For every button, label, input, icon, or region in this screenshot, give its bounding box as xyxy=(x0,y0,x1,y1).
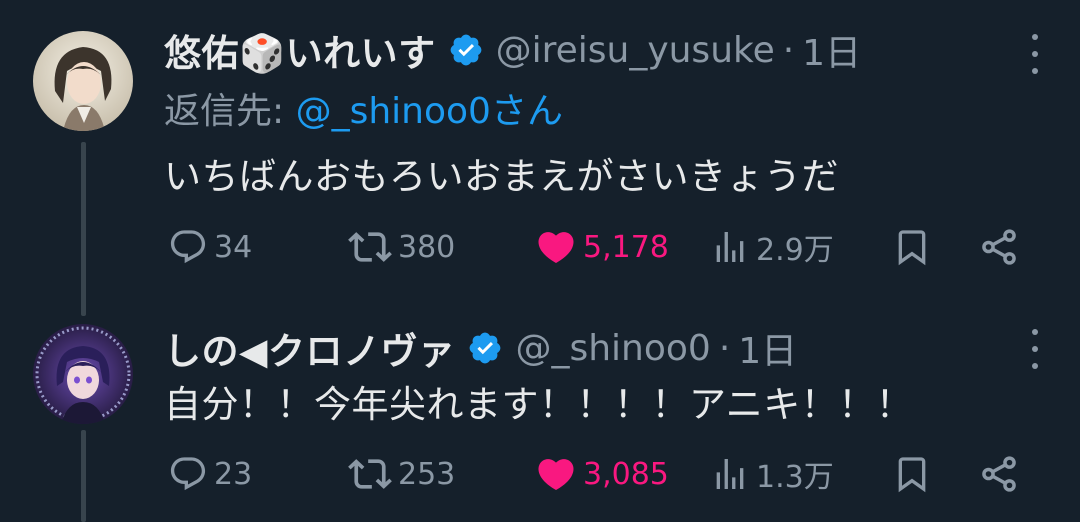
tweet-header: 悠佑🎲いれいす @ireisu_yusuke · 1日 xyxy=(164,23,861,77)
separator: · xyxy=(782,29,795,71)
verified-badge-icon xyxy=(467,330,503,366)
timestamp[interactable]: 1日 xyxy=(738,322,797,374)
bookmark-button[interactable] xyxy=(892,451,932,497)
action-bar: 34 380 5,178 2.9万 xyxy=(168,224,1028,270)
share-icon xyxy=(978,453,1020,495)
tweet-header: しの◀クロノヴァ @_shinoo0 · 1日 xyxy=(164,321,797,375)
like-button[interactable]: 3,085 xyxy=(535,451,669,497)
handle[interactable]: @ireisu_yusuke xyxy=(496,30,775,71)
bookmark-icon xyxy=(892,227,932,267)
reply-icon xyxy=(168,227,208,267)
tweet-text: 自分！！今年尖れます！！！！アニキ！！！ xyxy=(164,383,914,426)
reply-to: 返信先: @_shinoo0さん xyxy=(164,82,563,134)
avatar[interactable] xyxy=(33,31,133,131)
share-button[interactable] xyxy=(978,224,1020,270)
views-button[interactable]: 1.3万 xyxy=(710,451,834,497)
bookmark-button[interactable] xyxy=(892,224,932,270)
more-icon[interactable] xyxy=(1028,34,1042,74)
bookmark-icon xyxy=(892,454,932,494)
retweet-icon xyxy=(348,452,392,496)
reply-button[interactable]: 23 xyxy=(168,451,252,497)
reply-count: 23 xyxy=(214,456,253,492)
views-count: 2.9万 xyxy=(756,233,834,268)
action-bar: 23 253 3,085 1.3万 xyxy=(168,451,1028,497)
retweet-count: 253 xyxy=(398,456,456,492)
views-button[interactable]: 2.9万 xyxy=(710,224,834,270)
handle[interactable]: @_shinoo0 xyxy=(515,328,710,369)
display-name[interactable]: しの◀クロノヴァ xyxy=(164,321,455,375)
like-button[interactable]: 5,178 xyxy=(535,224,669,270)
views-icon xyxy=(710,454,750,494)
share-button[interactable] xyxy=(978,451,1020,497)
thread-line xyxy=(81,142,86,316)
views-icon xyxy=(710,227,750,267)
thread-line xyxy=(81,430,86,522)
reply-count: 34 xyxy=(214,229,253,265)
share-icon xyxy=(978,226,1020,268)
like-icon xyxy=(535,453,577,495)
retweet-button[interactable]: 380 xyxy=(348,224,455,270)
retweet-count: 380 xyxy=(398,229,456,265)
tweet-text: いちばんおもろいおまえがさいきょうだ xyxy=(164,155,839,198)
retweet-icon xyxy=(348,225,392,269)
verified-badge-icon xyxy=(448,32,484,68)
reply-mention[interactable]: @_shinoo0さん xyxy=(296,91,563,132)
timestamp[interactable]: 1日 xyxy=(802,24,861,76)
like-count: 3,085 xyxy=(583,456,669,492)
reply-prefix: 返信先: xyxy=(164,91,285,132)
separator: · xyxy=(718,327,731,369)
display-name[interactable]: 悠佑🎲いれいす xyxy=(164,23,436,77)
more-icon[interactable] xyxy=(1028,329,1042,369)
avatar[interactable] xyxy=(33,324,133,424)
like-icon xyxy=(535,226,577,268)
like-count: 5,178 xyxy=(583,229,669,265)
views-count: 1.3万 xyxy=(756,460,834,495)
reply-button[interactable]: 34 xyxy=(168,224,252,270)
reply-icon xyxy=(168,454,208,494)
retweet-button[interactable]: 253 xyxy=(348,451,455,497)
